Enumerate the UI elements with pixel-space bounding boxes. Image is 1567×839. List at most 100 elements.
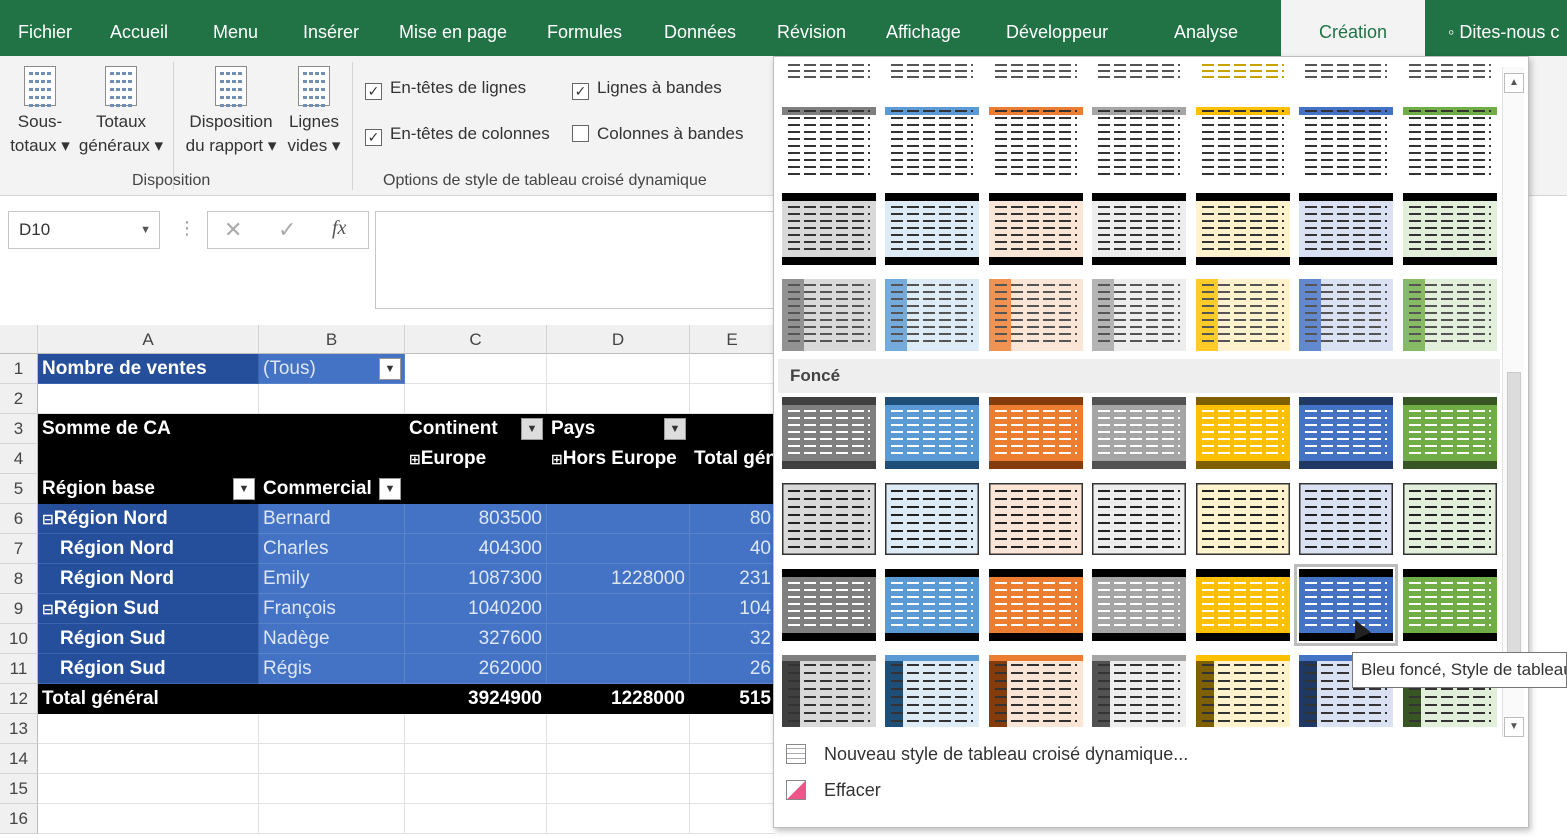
row-header[interactable]: 13: [0, 714, 38, 744]
cell[interactable]: [259, 744, 405, 774]
row-header[interactable]: 1: [0, 354, 38, 384]
pivot-row-commercial[interactable]: Bernard: [259, 504, 405, 534]
cell[interactable]: [259, 414, 405, 444]
report-layout-button[interactable]: Disposition du rapport ▾: [182, 66, 280, 158]
pivot-value-hors[interactable]: 1228000: [547, 564, 690, 594]
cell[interactable]: [38, 444, 259, 474]
filter-dropdown-icon[interactable]: ▼: [233, 478, 255, 500]
pivot-value-total[interactable]: 231: [690, 564, 775, 594]
pivot-row-region[interactable]: Région Nord: [38, 534, 259, 564]
pivot-row-region[interactable]: ⊟Région Sud: [38, 594, 259, 624]
scroll-up-icon[interactable]: ▲: [1504, 73, 1524, 93]
cell[interactable]: [405, 384, 547, 414]
pivot-value-total[interactable]: 104: [690, 594, 775, 624]
cell[interactable]: [38, 774, 259, 804]
pivot-row-region[interactable]: Région Sud: [38, 624, 259, 654]
pivot-style-dark-r1-2[interactable]: [989, 397, 1083, 469]
new-pivot-style-item[interactable]: Nouveau style de tableau croisé dynamiqu…: [774, 736, 1514, 772]
pivot-style-dark-r3-1[interactable]: [885, 569, 979, 641]
pivot-value-hors[interactable]: [547, 594, 690, 624]
pivot-style-dark-r4-2[interactable]: [989, 655, 1083, 727]
pivot-total-hors[interactable]: 1228000: [547, 684, 690, 714]
pivot-row-region[interactable]: ⊟Région Nord: [38, 504, 259, 534]
collapse-icon[interactable]: ⊟: [42, 601, 54, 617]
pivot-value-hors[interactable]: [547, 624, 690, 654]
cell[interactable]: [405, 474, 547, 504]
filter-icon[interactable]: ▼: [521, 418, 543, 440]
tab-menu[interactable]: Menu: [213, 0, 258, 56]
pivot-value-hors[interactable]: [547, 654, 690, 684]
pivot-style-dark-r2-0[interactable]: [782, 483, 876, 555]
pivot-total-total[interactable]: 515: [690, 684, 775, 714]
pivot-style-light-r2-4[interactable]: [1196, 193, 1290, 265]
pivot-style-light-r3-1[interactable]: [885, 279, 979, 351]
row-header[interactable]: 15: [0, 774, 38, 804]
tab-creation[interactable]: Création: [1281, 0, 1425, 56]
tab-fichier[interactable]: Fichier: [18, 0, 72, 56]
cell[interactable]: [38, 384, 259, 414]
pivot-filter-value[interactable]: (Tous) ▼: [259, 354, 405, 384]
col-header-e[interactable]: E: [690, 325, 775, 354]
pivot-col-europe[interactable]: ⊞Europe: [405, 444, 547, 474]
row-header[interactable]: 8: [0, 564, 38, 594]
tab-mise-en-page[interactable]: Mise en page: [399, 0, 507, 56]
col-header-d[interactable]: D: [547, 325, 690, 354]
pivot-style-light-r2-6[interactable]: [1403, 193, 1497, 265]
row-header[interactable]: 14: [0, 744, 38, 774]
pivot-row-region[interactable]: Région Nord: [38, 564, 259, 594]
cell[interactable]: [547, 714, 690, 744]
tab-revision[interactable]: Révision: [777, 0, 846, 56]
gallery-scrollbar[interactable]: ▲ ▼: [1502, 67, 1524, 737]
row-header[interactable]: 3: [0, 414, 38, 444]
row-header[interactable]: 10: [0, 624, 38, 654]
cell[interactable]: [259, 804, 405, 834]
grand-totals-button[interactable]: Totaux généraux ▾: [78, 66, 164, 158]
pivot-style-light-r1-0[interactable]: [782, 107, 876, 179]
pivot-value-total[interactable]: 40: [690, 534, 775, 564]
pivot-row-commercial[interactable]: Nadège: [259, 624, 405, 654]
cell[interactable]: [405, 774, 547, 804]
cell[interactable]: [259, 684, 405, 714]
row-header[interactable]: 7: [0, 534, 38, 564]
row-header[interactable]: 9: [0, 594, 38, 624]
tab-formules[interactable]: Formules: [547, 0, 622, 56]
pivot-style-dark-r2-2[interactable]: [989, 483, 1083, 555]
enter-icon[interactable]: ✓: [278, 217, 296, 243]
row-header[interactable]: 12: [0, 684, 38, 714]
blank-rows-button[interactable]: Lignes vides ▾: [284, 66, 344, 158]
pivot-style-light-r2-3[interactable]: [1092, 193, 1186, 265]
pivot-col-field2[interactable]: Pays ▼: [547, 414, 690, 444]
pivot-row-commercial[interactable]: Emily: [259, 564, 405, 594]
pivot-style-dark-r4-0[interactable]: [782, 655, 876, 727]
pivot-value-total[interactable]: 32: [690, 624, 775, 654]
pivot-col-total[interactable]: Total gén: [690, 444, 775, 474]
cell[interactable]: [547, 384, 690, 414]
cell[interactable]: [547, 774, 690, 804]
insert-function-icon[interactable]: fx: [332, 217, 346, 240]
col-header-c[interactable]: C: [405, 325, 547, 354]
pivot-style-dark-r2-5[interactable]: [1299, 483, 1393, 555]
cell[interactable]: [405, 714, 547, 744]
cell[interactable]: [38, 744, 259, 774]
checkbox-col-headers[interactable]: ✓ En-têtes de colonnes: [365, 124, 550, 146]
pivot-style-dark-r3-3[interactable]: [1092, 569, 1186, 641]
pivot-col-hors[interactable]: ⊞Hors Europe: [547, 444, 690, 474]
pivot-row-commercial[interactable]: Charles: [259, 534, 405, 564]
pivot-style-dark-r1-1[interactable]: [885, 397, 979, 469]
cell[interactable]: [690, 804, 775, 834]
subtotals-button[interactable]: Sous- totaux ▾: [8, 66, 72, 158]
row-header[interactable]: 2: [0, 384, 38, 414]
pivot-style-light-r2-1[interactable]: [885, 193, 979, 265]
pivot-style-light-r3-2[interactable]: [989, 279, 1083, 351]
cell[interactable]: [690, 384, 775, 414]
pivot-style-dark-r2-4[interactable]: [1196, 483, 1290, 555]
pivot-style-dark-r3-5[interactable]: [1294, 564, 1398, 646]
clear-style-item[interactable]: Effacer: [774, 772, 1514, 808]
tab-affichage[interactable]: Affichage: [886, 0, 961, 56]
cell[interactable]: [690, 774, 775, 804]
scroll-thumb[interactable]: [1507, 372, 1521, 662]
cell[interactable]: [38, 714, 259, 744]
cell[interactable]: [405, 804, 547, 834]
collapse-icon[interactable]: ⊟: [42, 511, 54, 527]
pivot-filter-label[interactable]: Nombre de ventes: [38, 354, 259, 384]
